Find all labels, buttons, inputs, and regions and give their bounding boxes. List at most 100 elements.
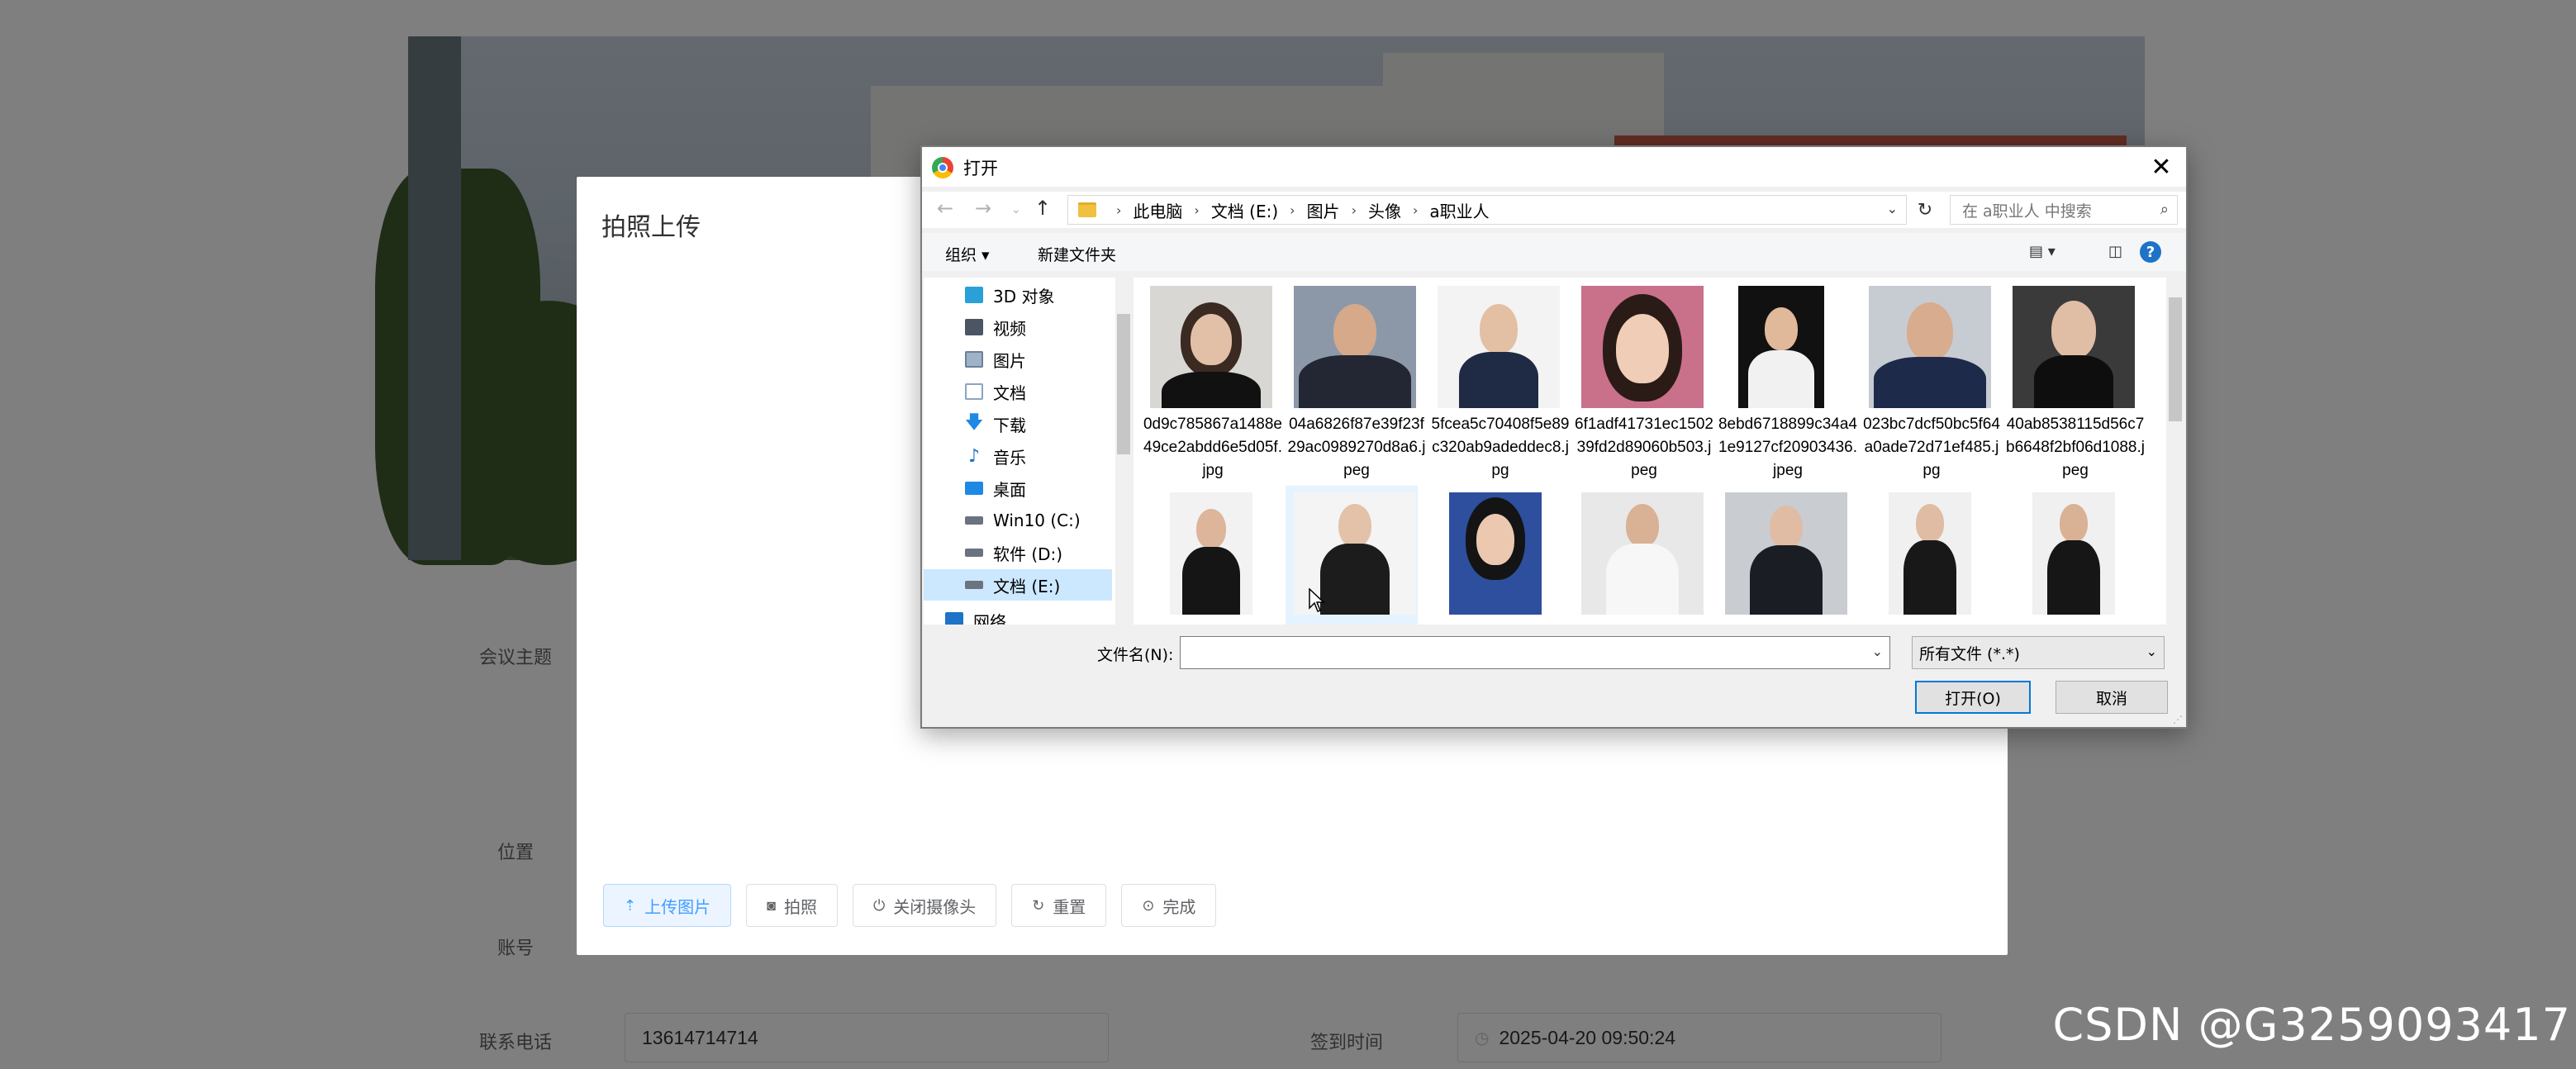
organize-menu[interactable]: 组织 ▾ xyxy=(945,243,990,265)
file-item[interactable]: 0d9c785867a1488e49ce2abdd6e5d05f.jpg xyxy=(1142,279,1282,484)
preview-pane-icon[interactable]: ◫ xyxy=(2108,243,2122,260)
filetype-value: 所有文件 (*.*) xyxy=(1919,644,2020,663)
photo-thumbnail xyxy=(1150,286,1272,408)
refresh-icon[interactable]: ↻ xyxy=(1910,195,1940,225)
file-item[interactable]: 04a6826f87e39f23f29ac0989270d8a6.jpeg xyxy=(1286,279,1425,484)
breadcrumb-separator: › xyxy=(1351,202,1357,218)
close-camera-button[interactable]: ⏻ 关闭摄像头 xyxy=(852,884,997,927)
search-placeholder: 在 a职业人 中搜索 xyxy=(1962,202,2092,221)
filetype-select[interactable]: 所有文件 (*.*) ⌄ xyxy=(1912,636,2165,669)
tree-item-pictures[interactable]: 图片 xyxy=(965,344,1112,375)
tree-item-label: 网络 xyxy=(973,611,1006,625)
file-item[interactable]: 40ab8538115d56c7b6648f2bf06d1088.jpeg xyxy=(2004,279,2145,484)
file-item[interactable] xyxy=(1429,486,1561,625)
help-icon[interactable]: ? xyxy=(2140,241,2161,263)
dialog-toolbar: 组织 ▾ 新建文件夹 ▤ ▾ ◫ ? xyxy=(922,233,2186,271)
file-name: 8ebd6718899c34a41e9127cf20903436.jpeg xyxy=(1718,416,1857,479)
file-item[interactable] xyxy=(1861,486,1993,625)
filename-input[interactable]: ⌄ xyxy=(1180,636,1890,669)
chevron-down-icon: ⌄ xyxy=(2146,644,2157,659)
pictures-icon xyxy=(965,351,983,368)
check-circle-icon: ⊙ xyxy=(1142,896,1155,914)
file-item[interactable] xyxy=(1142,486,1274,625)
tree-item-network[interactable]: 网络 xyxy=(945,605,1092,625)
file-name: 5fcea5c70408f5e89c320ab9adeddec8.jpg xyxy=(1431,416,1570,479)
breadcrumb-this-pc[interactable]: 此电脑 xyxy=(1133,198,1182,222)
file-item[interactable] xyxy=(1286,486,1418,625)
file-item[interactable] xyxy=(1573,486,1705,625)
breadcrumb-separator: › xyxy=(1412,202,1419,218)
resize-grip-icon[interactable]: ⋰ xyxy=(2173,714,2183,725)
reset-label: 重置 xyxy=(1053,898,1086,917)
file-item[interactable]: 5fcea5c70408f5e89c320ab9adeddec8.jpg xyxy=(1429,279,1569,484)
take-photo-button[interactable]: ◙ 拍照 xyxy=(746,884,838,927)
tree-item-3d-objects[interactable]: 3D 对象 xyxy=(965,279,1112,311)
file-item[interactable] xyxy=(2004,486,2136,625)
upload-image-button[interactable]: ⇡ 上传图片 xyxy=(603,884,732,927)
navigation-bar: ← → ⌄ ↑ › 此电脑 › 文档 (E:) › 图片 › 头像 › a职业人… xyxy=(922,192,2186,228)
tree-item-label: 图片 xyxy=(993,350,1026,371)
file-list-scrollbar[interactable] xyxy=(2166,278,2184,625)
file-item[interactable]: 8ebd6718899c34a41e9127cf20903436.jpeg xyxy=(1717,279,1857,484)
tree-item-drive-e[interactable]: 文档 (E:) xyxy=(924,569,1112,601)
drive-d-icon xyxy=(965,549,983,557)
csdn-watermark: CSDN @G3259093417 xyxy=(2052,999,2571,1051)
file-list-scrollbar-thumb[interactable] xyxy=(2169,297,2182,421)
tree-item-documents[interactable]: 文档 xyxy=(965,376,1112,407)
back-arrow-icon[interactable]: ← xyxy=(937,197,953,220)
camera-icon: ◙ xyxy=(767,896,776,914)
drive-c-icon xyxy=(965,516,983,525)
tree-scrollbar[interactable] xyxy=(1115,278,1132,625)
open-button[interactable]: 打开(O) xyxy=(1915,681,2031,714)
filename-label: 文件名(N): xyxy=(1097,646,1174,664)
new-folder-button[interactable]: 新建文件夹 xyxy=(1038,243,1116,265)
chevron-down-icon[interactable]: ⌄ xyxy=(1872,644,1883,659)
refresh-icon: ↻ xyxy=(1032,896,1045,914)
reset-button[interactable]: ↻ 重置 xyxy=(1011,884,1107,927)
file-name: 04a6826f87e39f23f29ac0989270d8a6.jpeg xyxy=(1287,416,1426,479)
close-icon[interactable]: ✕ xyxy=(2145,150,2178,183)
file-name: 0d9c785867a1488e49ce2abdd6e5d05f.jpg xyxy=(1143,416,1282,479)
tree-scrollbar-thumb[interactable] xyxy=(1117,314,1130,454)
tree-item-downloads[interactable]: 🡇 下载 xyxy=(965,408,1112,439)
tree-item-drive-d[interactable]: 软件 (D:) xyxy=(965,537,1112,568)
breadcrumb-avatars[interactable]: 头像 xyxy=(1368,198,1401,222)
chevron-down-icon[interactable]: ⌄ xyxy=(1887,201,1898,216)
documents-icon xyxy=(965,383,983,400)
search-input[interactable]: 在 a职业人 中搜索 ⌕ xyxy=(1950,195,2178,225)
video-icon xyxy=(965,319,983,335)
forward-arrow-icon[interactable]: → xyxy=(975,197,991,220)
tree-item-desktop[interactable]: 桌面 xyxy=(965,473,1112,504)
file-item[interactable]: 023bc7dcf50bc5f64a0ade72d71ef485.jpg xyxy=(1861,279,2000,484)
tree-item-label: 3D 对象 xyxy=(993,286,1055,306)
power-icon: ⏻ xyxy=(872,896,886,914)
dialog-titlebar[interactable]: 打开 ✕ xyxy=(922,147,2186,187)
tree-item-drive-c[interactable]: Win10 (C:) xyxy=(965,505,1112,536)
tree-item-music[interactable]: ♪ 音乐 xyxy=(965,440,1112,472)
photo-thumbnail xyxy=(1438,286,1560,408)
file-item[interactable] xyxy=(1717,486,1849,625)
breadcrumb-pictures[interactable]: 图片 xyxy=(1307,198,1340,222)
recent-locations-icon[interactable]: ⌄ xyxy=(1011,203,1021,216)
up-arrow-icon[interactable]: ↑ xyxy=(1034,197,1051,220)
address-bar[interactable]: › 此电脑 › 文档 (E:) › 图片 › 头像 › a职业人 ⌄ xyxy=(1067,195,1907,225)
photo-thumbnail xyxy=(1581,492,1704,615)
upload-image-label: 上传图片 xyxy=(644,898,711,917)
close-camera-label: 关闭摄像头 xyxy=(893,898,977,917)
upload-icon: ⇡ xyxy=(624,896,637,914)
tree-item-videos[interactable]: 视频 xyxy=(965,311,1112,343)
dialog-title: 打开 xyxy=(963,159,998,178)
breadcrumb-drive-e[interactable]: 文档 (E:) xyxy=(1211,198,1278,222)
file-item[interactable]: 6f1adf41731ec150239fd2d89060b503.jpeg xyxy=(1573,279,1713,484)
3d-objects-icon xyxy=(965,287,983,303)
breadcrumb: › 此电脑 › 文档 (E:) › 图片 › 头像 › a职业人 xyxy=(1105,198,1490,222)
take-photo-label: 拍照 xyxy=(783,898,817,917)
breadcrumb-current[interactable]: a职业人 xyxy=(1429,198,1489,222)
done-label: 完成 xyxy=(1162,898,1196,917)
photo-thumbnail xyxy=(1170,492,1252,615)
done-button[interactable]: ⊙ 完成 xyxy=(1121,884,1217,927)
upload-modal-title: 拍照上传 xyxy=(601,213,701,242)
cancel-button[interactable]: 取消 xyxy=(2056,681,2168,714)
tree-item-label: 文档 xyxy=(993,382,1026,403)
view-mode-icon[interactable]: ▤ ▾ xyxy=(2029,243,2056,260)
